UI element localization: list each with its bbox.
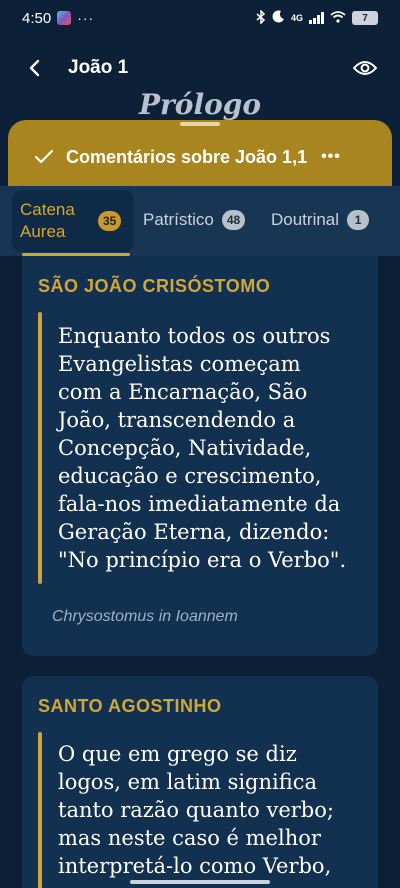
tab-patristico[interactable]: Patrístico 48 — [143, 210, 246, 230]
quote-line: logos, em latim significa — [58, 770, 318, 794]
tab-label: Patrístico — [143, 210, 214, 229]
bluetooth-icon — [256, 8, 266, 27]
card-author: SÃO JOÃO CRISÓSTOMO — [38, 276, 271, 296]
commentary-card: SÃO JOÃO CRISÓSTOMO Enquanto todos os ou… — [22, 256, 378, 656]
tab-doutrinal[interactable]: Doutrinal 1 — [271, 210, 370, 230]
more-options-button[interactable]: ••• — [321, 148, 341, 166]
moon-icon — [272, 10, 285, 26]
tab-catena-aurea[interactable]: Catena Aurea 35 — [12, 190, 134, 252]
quote-accent-bar — [38, 732, 42, 888]
quote-line: Concepção, Natividade, — [58, 436, 312, 460]
card-author: SANTO AGOSTINHO — [38, 696, 222, 716]
tab-count-badge: 48 — [221, 210, 246, 230]
quote-text: O que em grego se diz logos, em latim si… — [58, 740, 358, 880]
quote-line: "No princípio era o Verbo". — [58, 548, 347, 572]
quote-line: mas neste caso é melhor — [58, 826, 321, 850]
battery-indicator: 7 — [352, 11, 378, 25]
back-button[interactable] — [22, 56, 46, 80]
quote-line: tanto razão quanto verbo; — [58, 798, 334, 822]
quote-line: com a Encarnação, São — [58, 380, 308, 404]
quote-line: interpretá-lo como Verbo, — [58, 854, 332, 878]
eye-icon — [353, 61, 377, 75]
tab-count-badge: 35 — [98, 211, 122, 231]
status-time: 4:50 — [22, 9, 52, 27]
sheet-drag-handle[interactable] — [180, 122, 220, 126]
page-title: João 1 — [68, 57, 129, 78]
eye-button[interactable] — [352, 55, 378, 81]
quote-text: Enquanto todos os outros Evangelistas co… — [58, 322, 358, 574]
quote-line: Enquanto todos os outros — [58, 324, 331, 348]
quote-line: O que em grego se diz — [58, 742, 297, 766]
app-header: João 1 — [0, 46, 400, 90]
status-more-notifications: ··· — [77, 10, 95, 26]
quote-line: Geração Eterna, dizendo: — [58, 520, 330, 544]
quote-line: Evangelistas começam — [58, 352, 301, 376]
tab-count-badge: 1 — [347, 210, 370, 230]
quote-accent-bar — [38, 312, 42, 584]
source-citation: Chrysostomus in Ioannem — [52, 608, 238, 625]
wifi-icon — [330, 10, 346, 26]
check-icon — [34, 146, 56, 168]
chevron-left-icon — [29, 59, 40, 77]
signal-icon — [309, 12, 324, 24]
tab-label: Catena Aurea — [20, 200, 75, 241]
commentary-tabs: Catena Aurea 35 Patrístico 48 Doutrinal … — [0, 186, 400, 256]
sheet-title: Comentários sobre João 1,1 — [66, 146, 308, 167]
home-indicator[interactable] — [130, 880, 270, 884]
quote-line: fala-nos imediatamente da — [58, 492, 341, 516]
sheet-header: Comentários sobre João 1,1 ••• — [34, 140, 374, 174]
section-title: Prólogo — [138, 88, 262, 121]
tab-label: Doutrinal — [271, 210, 340, 229]
commentary-card: SANTO AGOSTINHO O que em grego se diz lo… — [22, 676, 378, 888]
app-notification-icon — [57, 11, 72, 25]
network-type: 4G — [290, 13, 303, 23]
status-bar: 4:50 ··· 4G 7 — [0, 0, 400, 36]
quote-line: educação e crescimento, — [58, 464, 322, 488]
quote-line: João, transcendendo a — [58, 408, 296, 432]
